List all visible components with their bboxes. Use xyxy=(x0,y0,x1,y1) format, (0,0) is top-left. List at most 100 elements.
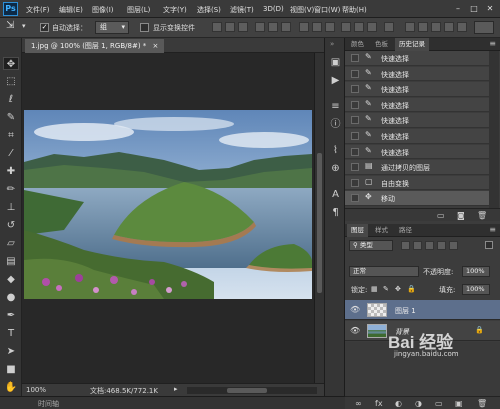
history-brush-source-box[interactable] xyxy=(351,116,359,125)
type-tool-icon[interactable]: T xyxy=(3,327,19,340)
menu-type[interactable]: 文字(Y) xyxy=(163,5,187,15)
chevron-right-icon[interactable]: ▸ xyxy=(174,385,178,393)
close-button[interactable]: ✕ xyxy=(484,3,496,14)
history-item[interactable]: ✎ 快速选择 xyxy=(345,129,489,144)
canvas-horizontal-scrollbar[interactable] xyxy=(187,387,317,394)
quick-select-tool-icon[interactable]: ✎ xyxy=(3,111,19,124)
align-right-icon[interactable] xyxy=(281,22,291,32)
timeline-label[interactable]: 时间轴 xyxy=(38,399,59,409)
lock-all-icon[interactable]: 🔒 xyxy=(407,285,416,293)
auto-align-icon[interactable] xyxy=(384,22,394,32)
actions-panel-icon[interactable]: ▶ xyxy=(329,74,342,87)
panel-menu-icon[interactable]: ≡ xyxy=(489,225,496,234)
history-item[interactable]: ✎ 快速选择 xyxy=(345,97,489,113)
menu-filter[interactable]: 滤镜(T) xyxy=(230,5,254,15)
minimize-button[interactable]: – xyxy=(452,3,464,14)
distribute-right-icon[interactable] xyxy=(367,22,377,32)
eye-icon[interactable]: 👁 xyxy=(350,305,360,314)
history-item[interactable]: ▤ 通过拷贝的图层 xyxy=(345,160,489,175)
menu-layer[interactable]: 图层(L) xyxy=(127,5,150,15)
restore-button[interactable]: □ xyxy=(468,3,480,14)
3d-pan-icon[interactable] xyxy=(431,22,441,32)
blend-mode-dropdown[interactable]: 正常 xyxy=(349,266,419,277)
eraser-tool-icon[interactable]: ▱ xyxy=(3,237,19,250)
3d-slide-icon[interactable] xyxy=(444,22,454,32)
history-brush-source-box[interactable] xyxy=(351,147,359,156)
canvas-vertical-scrollbar[interactable] xyxy=(314,53,324,383)
tab-styles[interactable]: 样式 xyxy=(371,224,392,237)
history-item[interactable]: ✎ 快速选择 xyxy=(345,113,489,128)
snapshot-doc-icon[interactable]: ▭ xyxy=(437,211,445,220)
auto-select-dropdown[interactable]: 组 ▾ xyxy=(95,21,129,34)
history-brush-source-box[interactable] xyxy=(351,132,359,140)
menu-edit[interactable]: 编辑(E) xyxy=(59,5,83,15)
character-panel-icon[interactable]: A xyxy=(329,188,342,201)
healing-tool-icon[interactable]: ✚ xyxy=(3,165,19,178)
info-panel-icon[interactable]: ⓘ xyxy=(329,118,342,131)
3d-rotate-icon[interactable] xyxy=(405,22,415,32)
history-brush-source-box[interactable] xyxy=(351,163,359,172)
fill-input[interactable]: 100% xyxy=(462,284,490,295)
menu-3d[interactable]: 3D(D) xyxy=(263,5,284,13)
properties-panel-icon[interactable]: ≡ xyxy=(329,100,342,113)
distribute-hcenter-icon[interactable] xyxy=(354,22,364,32)
distribute-bottom-icon[interactable] xyxy=(325,22,335,32)
move-tool-icon[interactable]: ✥ xyxy=(3,57,19,70)
layer-name[interactable]: 图层 1 xyxy=(395,306,416,316)
workspace-dropdown[interactable] xyxy=(474,21,494,34)
tab-color[interactable]: 颜色 xyxy=(347,38,368,51)
lock-pixels-icon[interactable]: ✎ xyxy=(383,285,389,293)
paragraph-panel-icon[interactable]: ¶ xyxy=(329,206,342,219)
brush-tool-icon[interactable]: ✏ xyxy=(3,183,19,196)
align-hcenter-icon[interactable] xyxy=(268,22,278,32)
distribute-left-icon[interactable] xyxy=(341,22,351,32)
filter-type-icon[interactable] xyxy=(425,241,434,250)
blur-tool-icon[interactable]: ◆ xyxy=(3,273,19,286)
history-item[interactable]: ✎ 快速选择 xyxy=(345,82,489,97)
align-top-icon[interactable] xyxy=(212,22,222,32)
lasso-tool-icon[interactable]: ℓ xyxy=(3,93,19,106)
opacity-input[interactable]: 100% xyxy=(462,266,490,277)
lock-position-icon[interactable]: ✥ xyxy=(395,285,401,293)
filter-smart-icon[interactable] xyxy=(449,241,458,250)
panel-menu-icon[interactable]: ≡ xyxy=(489,39,496,48)
dodge-tool-icon[interactable]: ● xyxy=(3,291,19,304)
brush-panel-icon[interactable]: ⌇ xyxy=(329,144,342,157)
3d-roll-icon[interactable] xyxy=(418,22,428,32)
distribute-top-icon[interactable] xyxy=(299,22,309,32)
collapse-icon[interactable]: » xyxy=(330,40,334,48)
filter-adjustment-icon[interactable] xyxy=(413,241,422,250)
tab-history[interactable]: 历史记录 xyxy=(395,38,429,51)
auto-select-checkbox[interactable]: ✓ xyxy=(40,23,49,32)
tab-paths[interactable]: 路径 xyxy=(395,224,416,237)
history-item[interactable]: ▢ 自由变换 xyxy=(345,175,489,191)
history-brush-source-box[interactable] xyxy=(351,194,359,203)
chevron-down-icon[interactable]: ▾ xyxy=(22,22,26,30)
filter-shape-icon[interactable] xyxy=(437,241,446,250)
history-item[interactable]: ✎ 快速选择 xyxy=(345,144,489,160)
3d-scale-icon[interactable] xyxy=(457,22,467,32)
camera-icon[interactable]: ◙ xyxy=(457,211,465,220)
menu-window[interactable]: 窗口(W) xyxy=(314,5,340,15)
eyedropper-tool-icon[interactable]: ⁄ xyxy=(3,147,19,160)
pen-tool-icon[interactable]: ✒ xyxy=(3,309,19,322)
filter-toggle[interactable] xyxy=(485,241,493,249)
document-info[interactable]: 文档:468.5K/772.1K xyxy=(90,386,158,396)
align-vcenter-icon[interactable] xyxy=(225,22,235,32)
document-tab[interactable]: 1.jpg @ 100% (图层 1, RGB/8#) * × xyxy=(25,39,165,53)
lock-transparent-icon[interactable]: ▦ xyxy=(371,285,378,293)
scrollbar-thumb[interactable] xyxy=(317,153,322,293)
history-item[interactable]: ✎ 快速选择 xyxy=(345,66,489,82)
history-brush-source-box[interactable] xyxy=(351,85,359,94)
history-panel-icon[interactable]: ▣ xyxy=(329,56,342,69)
stamp-tool-icon[interactable]: ⊥ xyxy=(3,201,19,214)
canvas-area[interactable] xyxy=(22,53,314,383)
history-brush-source-box[interactable] xyxy=(351,178,359,187)
gradient-tool-icon[interactable]: ▤ xyxy=(3,255,19,268)
move-tool-preset-icon[interactable]: ⇲ xyxy=(6,20,14,31)
hand-tool-icon[interactable]: ✋ xyxy=(3,381,19,394)
tab-swatches[interactable]: 色板 xyxy=(371,38,392,51)
crop-tool-icon[interactable]: ⌗ xyxy=(3,129,19,142)
menu-view[interactable]: 视图(V) xyxy=(290,5,314,15)
scrollbar-thumb[interactable] xyxy=(227,388,267,393)
